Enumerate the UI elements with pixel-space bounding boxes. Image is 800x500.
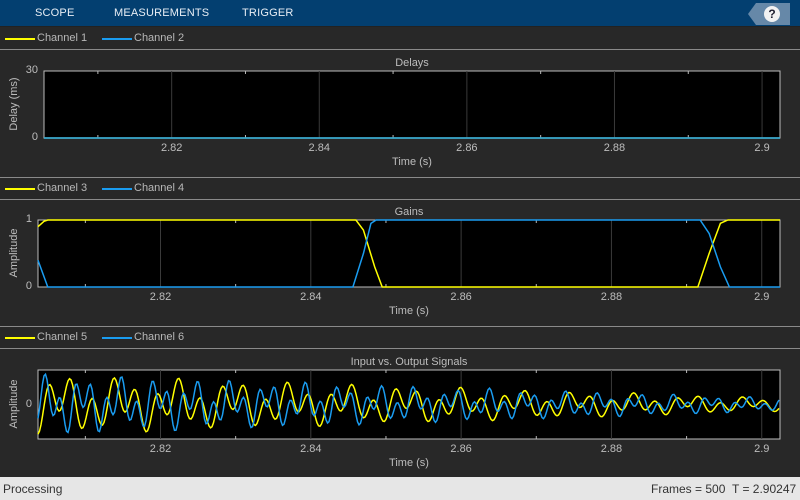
status-text: Processing <box>3 482 63 496</box>
sim-time: T = 2.90247 <box>732 482 797 496</box>
plot-axes <box>37 369 781 440</box>
frames-count: Frames = 500 <box>651 482 726 496</box>
status-bar: Processing Frames = 500 T = 2.90247 <box>0 477 800 500</box>
